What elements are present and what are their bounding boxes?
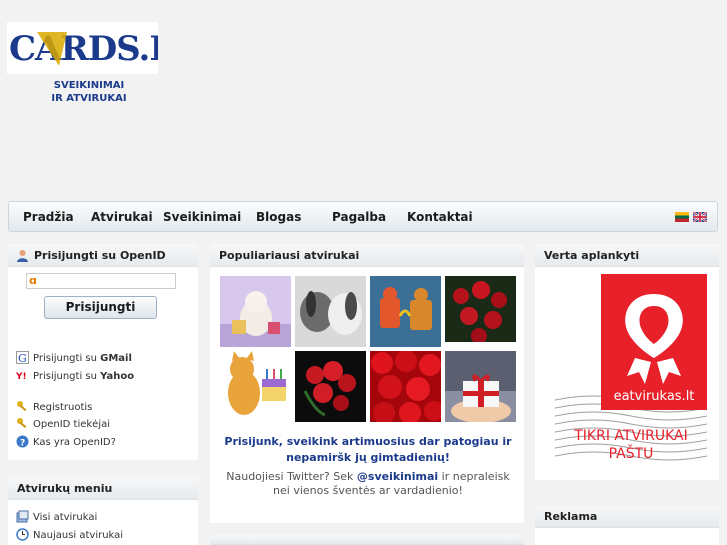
- site-tagline: SVEIKINIMAI IR ATVIRUKAI: [0, 79, 178, 105]
- nav-item-contacts[interactable]: Kontaktai: [407, 202, 473, 233]
- openid-login-button[interactable]: Prisijungti: [44, 296, 157, 319]
- google-icon: G: [16, 351, 29, 364]
- cards-menu-title: Atvirukų meniu: [8, 477, 198, 500]
- menu-item-all-cards[interactable]: Visi atvirukai: [16, 510, 97, 524]
- banner-site-name: eatvirukas.lt: [614, 389, 695, 404]
- twitter-follow-text: Naudojiesi Twitter? Sek @sveikinimai ir …: [226, 470, 510, 497]
- site-logo[interactable]: CARDS.LT: [7, 22, 158, 74]
- card-thumb-gift[interactable]: [445, 351, 516, 422]
- recommended-title: Verta aplankyti: [535, 244, 719, 267]
- openid-providers-link[interactable]: OpenID tiekėjai: [16, 417, 110, 431]
- key-icon: [17, 401, 27, 412]
- openid-box-header: Prisijungti su OpenID: [8, 244, 198, 267]
- card-thumb-red-roses[interactable]: [370, 351, 441, 422]
- main-nav: Pradžia Atvirukai Sveikinimai Blogas Pag…: [8, 201, 718, 232]
- twitter-handle-link[interactable]: @sveikinimai: [357, 470, 438, 483]
- nav-item-help[interactable]: Pagalba: [332, 202, 386, 233]
- clock-icon: [16, 528, 29, 541]
- popular-cards-title: Populiariausi atvirukai: [210, 244, 524, 267]
- ads-title: Reklama: [535, 505, 719, 528]
- svg-text:Y!: Y!: [16, 372, 27, 382]
- svg-text:?: ?: [20, 439, 25, 449]
- banner-line-2: PAŠTU: [609, 444, 654, 462]
- key-icon: [17, 418, 27, 429]
- nav-item-home[interactable]: Pradžia: [23, 202, 74, 233]
- register-link[interactable]: Registruotis: [16, 400, 92, 414]
- card-thumb-cartoon[interactable]: [370, 276, 441, 347]
- nav-item-cards[interactable]: Atvirukai: [91, 202, 153, 233]
- logo-text: CARDS.LT: [9, 29, 158, 69]
- card-thumb-dogs[interactable]: [295, 276, 366, 347]
- english-flag-icon[interactable]: [693, 212, 707, 222]
- yahoo-icon: Y!: [16, 370, 29, 382]
- openid-box-title: Prisijungti su OpenID: [34, 249, 166, 262]
- signup-promo-text: Prisijunk, sveikink artimuosius dar pato…: [224, 435, 512, 464]
- banner-line-1: TIKRI ATVIRUKAI: [573, 428, 688, 444]
- card-thumb-bouquet[interactable]: [295, 351, 366, 422]
- card-thumb-kitten[interactable]: [220, 276, 291, 347]
- tagline-line-2: IR ATVIRUKAI: [51, 93, 127, 104]
- nav-item-greetings[interactable]: Sveikinimai: [163, 202, 241, 233]
- card-thumb-roses[interactable]: [445, 276, 516, 347]
- eatvirukas-banner[interactable]: eatvirukas.lt TIKRI ATVIRUKAI PAŠTU: [554, 272, 708, 472]
- login-yahoo-link[interactable]: Y! Prisijungti su Yahoo: [16, 369, 134, 383]
- cards-stack-icon: [16, 510, 29, 523]
- openid-logo-icon: ɑ: [29, 274, 37, 287]
- openid-url-input[interactable]: ɑ: [26, 273, 176, 289]
- nav-item-blog[interactable]: Blogas: [256, 202, 301, 233]
- what-is-openid-link[interactable]: ? Kas yra OpenID?: [16, 435, 116, 449]
- next-section-header: [210, 535, 524, 545]
- user-icon: [17, 250, 28, 262]
- ads-box: Reklama: [535, 505, 719, 545]
- tagline-line-1: SVEIKINIMAI: [53, 80, 125, 91]
- login-gmail-link[interactable]: G Prisijungti su GMail: [16, 351, 132, 365]
- help-icon: ?: [16, 435, 29, 448]
- svg-text:G: G: [18, 352, 27, 364]
- next-section-box: [210, 535, 524, 545]
- menu-item-newest-cards[interactable]: Naujausi atvirukai: [16, 528, 123, 542]
- lithuanian-flag-icon[interactable]: [675, 212, 689, 222]
- card-thumb-cat-cake[interactable]: [220, 351, 291, 422]
